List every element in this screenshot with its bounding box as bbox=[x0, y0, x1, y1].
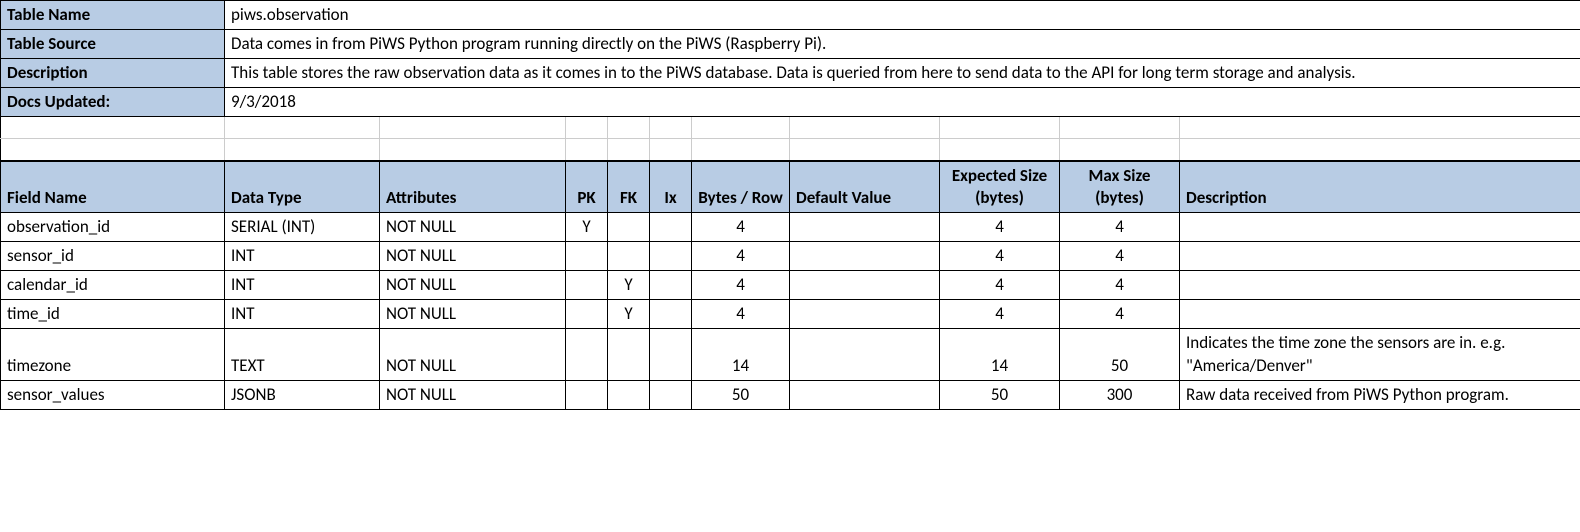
cell-field: calendar_id bbox=[1, 271, 225, 300]
table-row: calendar_idINTNOT NULLY444 bbox=[1, 271, 1580, 300]
cell-def bbox=[790, 213, 940, 242]
col-header-type: Data Type bbox=[225, 161, 380, 213]
table-doc: Table Name piws.observation Table Source… bbox=[0, 0, 1580, 410]
cell-fk bbox=[608, 213, 650, 242]
cell-type: INT bbox=[225, 242, 380, 271]
cell-def bbox=[790, 271, 940, 300]
table-row: observation_idSERIAL (INT)NOT NULLY444 bbox=[1, 213, 1580, 242]
cell-fk: Y bbox=[608, 300, 650, 329]
cell-fk: Y bbox=[608, 271, 650, 300]
cell-fk bbox=[608, 242, 650, 271]
cell-bpr: 14 bbox=[692, 329, 790, 380]
cell-type: SERIAL (INT) bbox=[225, 213, 380, 242]
col-header-exp: Expected Size (bytes) bbox=[940, 161, 1060, 213]
cell-type: INT bbox=[225, 271, 380, 300]
cell-attr: NOT NULL bbox=[380, 300, 566, 329]
cell-exp: 4 bbox=[940, 242, 1060, 271]
gap-row bbox=[1, 117, 1580, 139]
cell-max: 4 bbox=[1060, 300, 1180, 329]
cell-bpr: 4 bbox=[692, 271, 790, 300]
cell-type: JSONB bbox=[225, 380, 380, 409]
cell-field: sensor_id bbox=[1, 242, 225, 271]
cell-attr: NOT NULL bbox=[380, 329, 566, 380]
cell-field: sensor_values bbox=[1, 380, 225, 409]
col-header-attr: Attributes bbox=[380, 161, 566, 213]
meta-row-table-name: Table Name piws.observation bbox=[1, 1, 1580, 30]
cell-desc bbox=[1180, 300, 1580, 329]
cell-desc: Raw data received from PiWS Python progr… bbox=[1180, 380, 1580, 409]
cell-attr: NOT NULL bbox=[380, 242, 566, 271]
cell-pk bbox=[566, 300, 608, 329]
meta-row-table-source: Table Source Data comes in from PiWS Pyt… bbox=[1, 30, 1580, 59]
cell-type: INT bbox=[225, 300, 380, 329]
meta-value: piws.observation bbox=[225, 1, 1580, 30]
cell-desc: Indicates the time zone the sensors are … bbox=[1180, 329, 1580, 380]
cell-exp: 4 bbox=[940, 213, 1060, 242]
cell-ix bbox=[650, 271, 692, 300]
table-row: timezoneTEXTNOT NULL141450Indicates the … bbox=[1, 329, 1580, 380]
meta-label: Docs Updated: bbox=[1, 88, 225, 117]
cell-ix bbox=[650, 329, 692, 380]
column-header-row: Field Name Data Type Attributes PK FK Ix… bbox=[1, 161, 1580, 213]
cell-def bbox=[790, 300, 940, 329]
cell-bpr: 4 bbox=[692, 300, 790, 329]
meta-row-docs-updated: Docs Updated: 9/3/2018 bbox=[1, 88, 1580, 117]
cell-pk bbox=[566, 380, 608, 409]
cell-attr: NOT NULL bbox=[380, 380, 566, 409]
col-header-max: Max Size (bytes) bbox=[1060, 161, 1180, 213]
meta-value: 9/3/2018 bbox=[225, 88, 1580, 117]
cell-field: observation_id bbox=[1, 213, 225, 242]
cell-exp: 50 bbox=[940, 380, 1060, 409]
gap-row bbox=[1, 139, 1580, 161]
cell-exp: 14 bbox=[940, 329, 1060, 380]
meta-row-description: Description This table stores the raw ob… bbox=[1, 59, 1580, 88]
cell-type: TEXT bbox=[225, 329, 380, 380]
meta-label: Table Name bbox=[1, 1, 225, 30]
cell-pk bbox=[566, 242, 608, 271]
cell-ix bbox=[650, 300, 692, 329]
cell-max: 300 bbox=[1060, 380, 1180, 409]
cell-def bbox=[790, 242, 940, 271]
col-header-pk: PK bbox=[566, 161, 608, 213]
table-row: sensor_valuesJSONBNOT NULL5050300Raw dat… bbox=[1, 380, 1580, 409]
cell-exp: 4 bbox=[940, 271, 1060, 300]
col-header-desc: Description bbox=[1180, 161, 1580, 213]
cell-desc bbox=[1180, 271, 1580, 300]
cell-desc bbox=[1180, 213, 1580, 242]
col-header-ix: Ix bbox=[650, 161, 692, 213]
cell-ix bbox=[650, 242, 692, 271]
col-header-def: Default Value bbox=[790, 161, 940, 213]
cell-bpr: 50 bbox=[692, 380, 790, 409]
meta-label: Table Source bbox=[1, 30, 225, 59]
table-row: time_idINTNOT NULLY444 bbox=[1, 300, 1580, 329]
meta-value: This table stores the raw observation da… bbox=[225, 59, 1580, 88]
col-header-bpr: Bytes / Row bbox=[692, 161, 790, 213]
cell-fk bbox=[608, 329, 650, 380]
cell-pk: Y bbox=[566, 213, 608, 242]
cell-def bbox=[790, 380, 940, 409]
col-header-field: Field Name bbox=[1, 161, 225, 213]
cell-attr: NOT NULL bbox=[380, 271, 566, 300]
cell-bpr: 4 bbox=[692, 242, 790, 271]
cell-fk bbox=[608, 380, 650, 409]
cell-ix bbox=[650, 380, 692, 409]
cell-max: 50 bbox=[1060, 329, 1180, 380]
cell-pk bbox=[566, 271, 608, 300]
meta-value: Data comes in from PiWS Python program r… bbox=[225, 30, 1580, 59]
cell-field: timezone bbox=[1, 329, 225, 380]
cell-def bbox=[790, 329, 940, 380]
cell-max: 4 bbox=[1060, 271, 1180, 300]
cell-ix bbox=[650, 213, 692, 242]
cell-exp: 4 bbox=[940, 300, 1060, 329]
col-header-fk: FK bbox=[608, 161, 650, 213]
cell-pk bbox=[566, 329, 608, 380]
cell-field: time_id bbox=[1, 300, 225, 329]
cell-desc bbox=[1180, 242, 1580, 271]
meta-label: Description bbox=[1, 59, 225, 88]
cell-bpr: 4 bbox=[692, 213, 790, 242]
cell-max: 4 bbox=[1060, 242, 1180, 271]
table-row: sensor_idINTNOT NULL444 bbox=[1, 242, 1580, 271]
cell-attr: NOT NULL bbox=[380, 213, 566, 242]
cell-max: 4 bbox=[1060, 213, 1180, 242]
